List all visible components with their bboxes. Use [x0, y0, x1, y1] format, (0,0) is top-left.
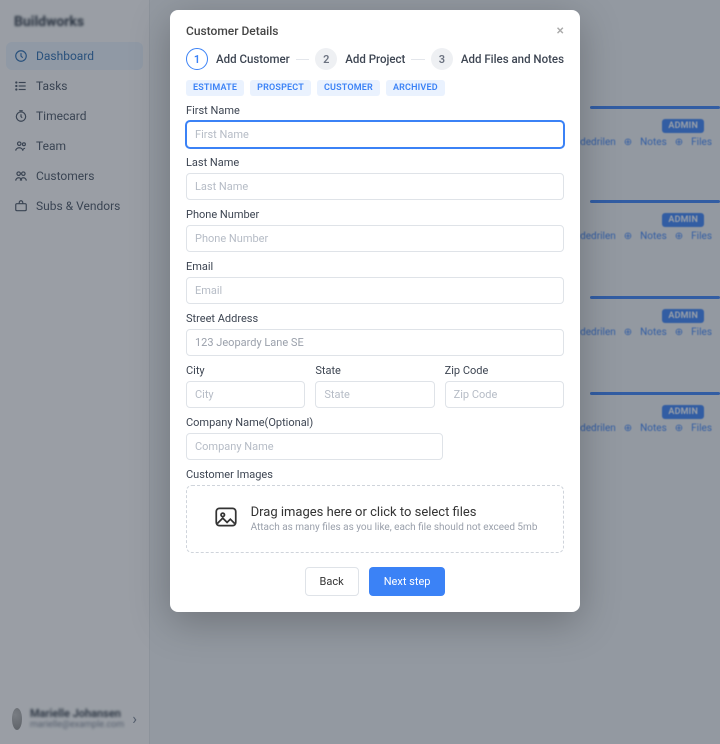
step-circle: 1	[186, 48, 208, 70]
email-label: Email	[186, 260, 564, 273]
image-uploader[interactable]: Drag images here or click to select file…	[186, 485, 564, 553]
step-label: Add Project	[345, 52, 405, 66]
step-circle: 3	[431, 48, 453, 70]
phone-label: Phone Number	[186, 208, 564, 221]
city-label: City	[186, 364, 305, 377]
phone-input[interactable]	[186, 225, 564, 252]
tag-prospect[interactable]: PROSPECT	[250, 80, 311, 96]
step-2[interactable]: 2 Add Project	[315, 48, 405, 70]
company-label: Company Name(Optional)	[186, 416, 564, 429]
street-input[interactable]	[186, 329, 564, 356]
tag-archived[interactable]: ARCHIVED	[386, 80, 445, 96]
uploader-subtext: Attach as many files as you like, each f…	[251, 522, 538, 533]
customer-images-label: Customer Images	[186, 468, 564, 481]
close-icon[interactable]: ×	[557, 24, 564, 38]
status-tags: ESTIMATE PROSPECT CUSTOMER ARCHIVED	[186, 80, 564, 96]
step-3[interactable]: 3 Add Files and Notes	[431, 48, 564, 70]
modal-actions: Back Next step	[186, 567, 564, 596]
first-name-input[interactable]	[186, 121, 564, 148]
state-label: State	[315, 364, 434, 377]
first-name-label: First Name	[186, 104, 564, 117]
step-circle: 2	[315, 48, 337, 70]
company-input[interactable]	[186, 433, 443, 460]
step-label: Add Files and Notes	[461, 52, 564, 66]
tag-customer[interactable]: CUSTOMER	[317, 80, 380, 96]
modal-title: Customer Details	[186, 24, 278, 38]
next-step-button[interactable]: Next step	[369, 567, 446, 596]
street-label: Street Address	[186, 312, 564, 325]
uploader-title: Drag images here or click to select file…	[251, 505, 477, 520]
modal-title-row: Customer Details ×	[186, 24, 564, 38]
city-input[interactable]	[186, 381, 305, 408]
stepper: 1 Add Customer 2 Add Project 3 Add Files…	[186, 48, 564, 70]
state-input[interactable]	[315, 381, 434, 408]
zip-input[interactable]	[445, 381, 564, 408]
step-divider	[296, 59, 310, 60]
email-input[interactable]	[186, 277, 564, 304]
tag-estimate[interactable]: ESTIMATE	[186, 80, 244, 96]
customer-details-modal: Customer Details × 1 Add Customer 2 Add …	[170, 10, 580, 612]
last-name-input[interactable]	[186, 173, 564, 200]
step-1[interactable]: 1 Add Customer	[186, 48, 290, 70]
zip-label: Zip Code	[445, 364, 564, 377]
image-icon	[213, 504, 239, 534]
back-button[interactable]: Back	[305, 567, 359, 596]
last-name-label: Last Name	[186, 156, 564, 169]
step-label: Add Customer	[216, 52, 290, 66]
step-divider	[411, 59, 425, 60]
